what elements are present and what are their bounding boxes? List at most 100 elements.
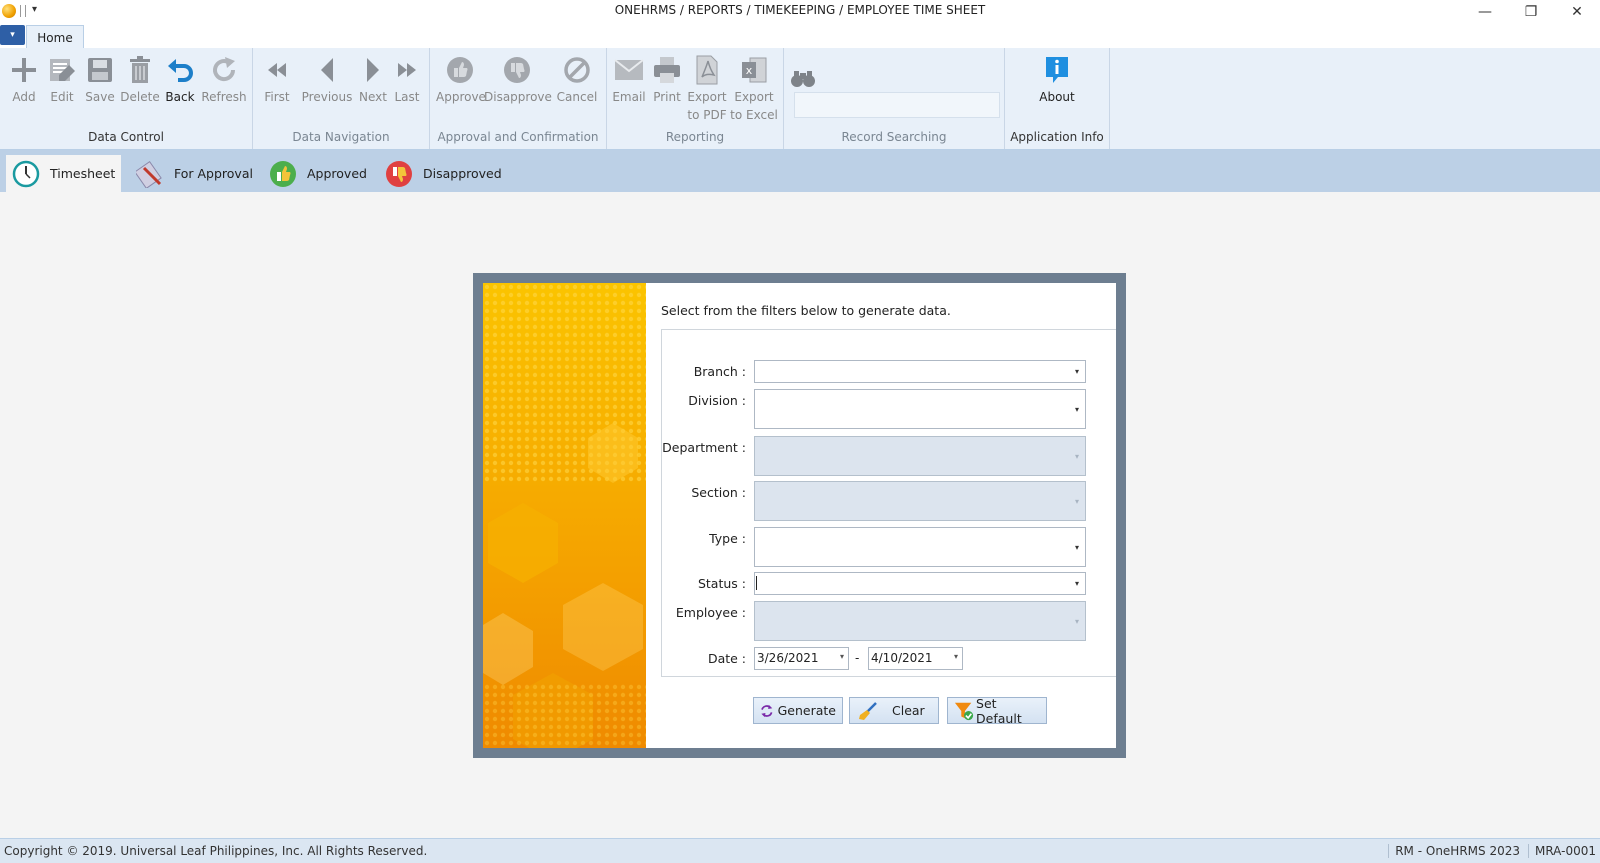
- first-button[interactable]: First: [253, 52, 301, 106]
- export-excel-label: Export: [734, 90, 774, 104]
- group-label-data-control: Data Control: [88, 130, 164, 144]
- pdf-icon: [696, 55, 718, 85]
- chevron-down-icon[interactable]: ▾: [1069, 573, 1085, 594]
- window-title: ONEHRMS / REPORTS / TIMEKEEPING / EMPLOY…: [614, 3, 986, 17]
- tab-timesheet-label: Timesheet: [50, 166, 116, 181]
- export-pdf-label: Export: [687, 90, 727, 104]
- clock-icon: [12, 160, 40, 187]
- last-icon: [398, 63, 416, 77]
- refresh-button[interactable]: Refresh: [200, 52, 248, 106]
- group-reporting: Email Print Export to PDF x Export to Ex…: [607, 48, 784, 149]
- chevron-down-icon: ▾: [1074, 616, 1079, 626]
- plus-icon: [12, 58, 36, 82]
- group-approval: Approve Disapprove Cancel Approval and C…: [430, 48, 607, 149]
- back-button[interactable]: Back: [162, 52, 198, 106]
- tab-disapproved-label: Disapproved: [423, 166, 502, 181]
- about-label: About: [1039, 90, 1075, 104]
- previous-icon: [321, 58, 333, 82]
- last-label: Last: [394, 90, 420, 104]
- email-label: Email: [612, 90, 646, 104]
- section-dropdown[interactable]: ▾: [754, 481, 1086, 521]
- thumbs-up-icon: [270, 160, 296, 187]
- chevron-down-icon[interactable]: ▾: [1069, 528, 1085, 566]
- cancel-label: Cancel: [556, 90, 598, 104]
- last-button[interactable]: Last: [389, 52, 425, 106]
- type-label: Type :: [709, 531, 746, 546]
- title-bar: ▾ ONEHRMS / REPORTS / TIMEKEEPING / EMPL…: [0, 0, 1600, 24]
- group-label-reporting: Reporting: [665, 130, 725, 144]
- application-menu-button[interactable]: ▾: [0, 25, 25, 45]
- first-icon: [268, 63, 286, 77]
- minimize-button[interactable]: —: [1462, 0, 1508, 24]
- type-dropdown[interactable]: ▾: [754, 527, 1086, 567]
- generate-button[interactable]: Generate: [753, 697, 843, 724]
- chevron-down-icon: ▾: [1074, 451, 1079, 461]
- date-from-picker[interactable]: 3/26/2021 ▾: [754, 647, 849, 670]
- tab-approved[interactable]: Approved: [269, 155, 367, 192]
- previous-label: Previous: [301, 90, 353, 104]
- section-label: Section :: [691, 485, 746, 500]
- chevron-down-icon[interactable]: ▾: [1069, 361, 1085, 382]
- save-button[interactable]: Save: [82, 52, 118, 106]
- refresh-label: Refresh: [201, 90, 247, 104]
- add-button[interactable]: Add: [6, 52, 42, 106]
- chevron-down-icon[interactable]: ▾: [1069, 390, 1085, 428]
- chevron-down-icon[interactable]: ▾: [954, 652, 958, 661]
- date-label: Date :: [707, 651, 746, 666]
- tab-approved-label: Approved: [307, 166, 367, 181]
- status-label: Status :: [697, 576, 746, 591]
- date-to-picker[interactable]: 4/10/2021 ▾: [868, 647, 963, 670]
- tab-disapproved[interactable]: Disapproved: [385, 155, 502, 192]
- group-record-searching: Record Searching: [784, 48, 1005, 149]
- previous-button[interactable]: Previous: [297, 52, 357, 106]
- print-button[interactable]: Print: [649, 52, 685, 106]
- date-from-value: 3/26/2021: [757, 651, 819, 665]
- binoculars-icon: [790, 68, 816, 91]
- copyright-text: Copyright © 2019. Universal Leaf Philipp…: [4, 844, 428, 858]
- next-button[interactable]: Next: [355, 52, 391, 106]
- filter-dialog: Select from the filters below to generat…: [473, 273, 1126, 758]
- pencil-icon: [136, 160, 162, 188]
- approve-button[interactable]: Approve: [436, 52, 486, 106]
- about-button[interactable]: About: [1032, 52, 1082, 106]
- close-button[interactable]: ✕: [1554, 0, 1600, 24]
- status-bar: Copyright © 2019. Universal Leaf Philipp…: [0, 838, 1600, 863]
- employee-dropdown[interactable]: ▾: [754, 601, 1086, 641]
- filter-form: Branch : ▾ Division : ▾ Department : ▾ S…: [661, 329, 1116, 677]
- department-dropdown[interactable]: ▾: [754, 436, 1086, 476]
- chevron-down-icon[interactable]: ▾: [840, 652, 844, 661]
- division-label: Division :: [688, 393, 746, 408]
- status-dropdown[interactable]: ▾: [754, 572, 1086, 595]
- edit-button[interactable]: Edit: [44, 52, 80, 106]
- cancel-button[interactable]: Cancel: [552, 52, 602, 106]
- decorative-banner: [483, 283, 646, 748]
- tab-for-approval[interactable]: For Approval: [136, 155, 253, 192]
- tab-home[interactable]: Home: [26, 25, 84, 49]
- record-search-input[interactable]: [794, 92, 1000, 118]
- employee-label: Employee :: [675, 605, 746, 620]
- clear-button[interactable]: Clear: [849, 697, 939, 724]
- ribbon-tab-row: ▾ Home: [0, 24, 1600, 49]
- disapprove-button[interactable]: Disapprove: [484, 52, 552, 106]
- branch-dropdown[interactable]: ▾: [754, 360, 1086, 383]
- approve-label: Approve: [436, 90, 486, 104]
- email-button[interactable]: Email: [609, 52, 649, 106]
- delete-button[interactable]: Delete: [120, 52, 160, 106]
- restore-button[interactable]: ❐: [1508, 0, 1554, 24]
- department-label: Department :: [662, 440, 746, 455]
- subtab-bar: Timesheet For Approval Approved Disappro…: [0, 150, 1600, 192]
- export-excel-label-2: to Excel: [730, 108, 778, 122]
- thumbs-down-icon: [504, 57, 530, 83]
- filter-dialog-body: Select from the filters below to generat…: [483, 283, 1116, 748]
- division-dropdown[interactable]: ▾: [754, 389, 1086, 429]
- tab-timesheet[interactable]: Timesheet: [6, 155, 121, 192]
- group-data-navigation: First Previous Next Last Data Navigation: [253, 48, 430, 149]
- set-default-button[interactable]: Set Default: [947, 696, 1047, 726]
- chevron-down-icon: ▾: [1074, 496, 1079, 506]
- delete-label: Delete: [120, 90, 160, 104]
- undo-icon: [168, 59, 193, 82]
- export-excel-button[interactable]: x Export to Excel: [729, 52, 779, 124]
- group-label-record-searching: Record Searching: [841, 130, 947, 144]
- generate-icon: [761, 704, 773, 717]
- export-pdf-button[interactable]: Export to PDF: [685, 52, 729, 124]
